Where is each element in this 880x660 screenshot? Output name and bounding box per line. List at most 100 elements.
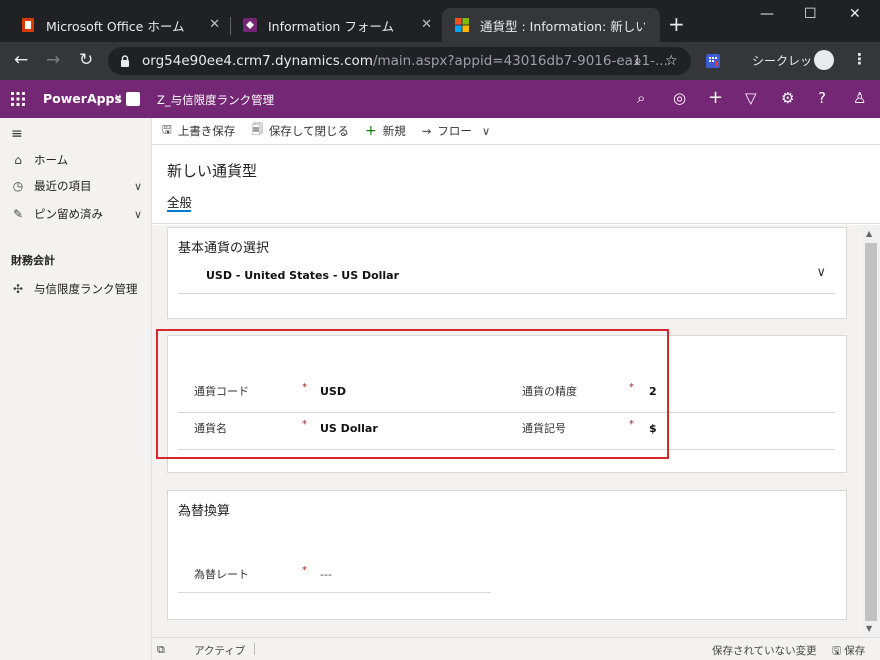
page-title: 新しい通貨型 [167,162,258,180]
section-title: 基本通貨の選択 [178,241,270,256]
nav-item-label: 与信限度ランク管理 [34,282,138,296]
nav-item-pinned[interactable]: ✎ ピン留め済み ∨ [0,202,152,226]
browser-tab-title: Information フォーム [268,18,394,34]
save-button[interactable]: 🖫 上書き保存 [162,122,235,141]
bookmark-star-icon[interactable]: ☆ [665,53,678,69]
browser-tab-active[interactable]: 通貨型 : Information: 新しい通 [442,8,660,42]
reload-icon[interactable]: ↻ [79,50,93,70]
exchange-section: 為替換算 為替レート * --- [167,490,847,620]
pin-icon: ✎ [12,207,24,221]
plus-icon: + [364,123,377,139]
nav-group-title: 財務会計 [11,254,55,267]
filter-icon[interactable]: ▽ [745,89,757,107]
left-navigation: ≡ ⌂ ホーム ◷ 最近の項目 ∨ ✎ ピン留め済み ∨ 財務会計 ✣ 与信限度… [0,118,152,660]
save-icon: 🖫 [162,121,172,136]
window-close-icon[interactable]: ✕ [849,6,861,22]
save-close-label: 保存して閉じる [268,124,349,138]
unsaved-changes-label: 保存されていない変更 [712,645,817,657]
chevron-down-icon[interactable]: ∨ [134,208,142,221]
required-marker: * [302,565,307,576]
url-host: org54e90ee4.crm7.dynamics.com [142,53,373,69]
maximize-icon[interactable]: ☐ [804,6,817,22]
browser-menu-icon[interactable]: ⋮ [852,50,867,68]
clock-icon: ◷ [12,179,24,193]
close-icon[interactable]: ✕ [421,17,432,32]
new-record-icon[interactable]: + [708,87,723,108]
divider [254,643,255,655]
status-footer: ⧉ アクティブ 保存されていない変更 🖫 保存 [152,637,880,660]
chevron-down-icon[interactable]: ∨ [114,91,122,104]
highlight-box [156,329,669,459]
app-switcher-icon[interactable] [126,92,140,106]
nav-item-label: 最近の項目 [34,179,92,193]
active-tab-indicator [167,210,191,212]
user-icon[interactable]: ♙ [853,89,866,107]
extension-icon[interactable] [705,53,721,69]
home-icon: ⌂ [14,153,22,167]
browser-toolbar: ← → ↻ org54e90ee4.crm7.dynamics.com /mai… [0,42,880,80]
minimize-icon[interactable]: — [760,6,774,22]
incognito-icon[interactable] [814,50,834,70]
nav-item-recent[interactable]: ◷ 最近の項目 ∨ [0,174,152,198]
nav-item-credit-rank[interactable]: ✣ 与信限度ランク管理 [0,277,152,301]
save-icon: 🖫 [832,645,845,657]
new-button[interactable]: + 新規 [365,123,406,139]
new-button-label: 新規 [382,124,406,138]
nav-item-home[interactable]: ⌂ ホーム [0,148,152,172]
scroll-up-icon[interactable]: ▲ [866,229,872,238]
exchange-rate-field[interactable]: --- [320,568,332,581]
section-title: 為替換算 [178,504,231,519]
base-currency-section: 基本通貨の選択 USD - United States - US Dollar … [167,227,847,319]
nav-item-label: ホーム [34,153,69,167]
footer-save-button[interactable]: 🖫 保存 [832,643,865,660]
chevron-down-icon[interactable]: ∨ [134,180,142,193]
app-launcher-icon[interactable] [11,92,25,106]
lock-icon [121,55,129,67]
record-status: アクティブ [194,645,246,657]
app-header: PowerApps ∨ Z_与信限度ランク管理 ⌕ ◎ + ▽ ⚙ ? ♙ [0,80,880,118]
close-icon[interactable]: ✕ [209,17,220,32]
microsoft-logo-icon [455,18,469,32]
save-close-button[interactable]: 🗐 保存して閉じる [251,122,349,141]
flow-icon: ⇝ [421,124,432,138]
form-header: 新しい通貨型 全般 [152,146,880,224]
browser-tab-office[interactable]: Microsoft Office ホーム ✕ [8,8,230,42]
back-icon[interactable]: ← [14,50,28,70]
browser-tab-information[interactable]: Information フォーム ✕ [230,8,442,42]
base-currency-select[interactable]: USD - United States - US Dollar [206,269,399,282]
nav-item-label: ピン留め済み [34,207,103,221]
save-button-label: 上書き保存 [177,124,236,138]
tab-general[interactable]: 全般 [167,192,192,211]
field-underline [178,293,835,294]
hamburger-menu-icon[interactable]: ≡ [11,126,23,142]
zoom-icon[interactable]: ⌕ [634,53,642,69]
browser-tab-title: Microsoft Office ホーム [46,18,185,34]
chevron-down-icon[interactable]: ∨ [816,265,826,280]
scrollbar-thumb[interactable] [865,243,877,621]
app-name[interactable]: Z_与信限度ランク管理 [157,92,274,108]
footer-save-label: 保存 [844,645,866,657]
puzzle-icon: ✣ [12,282,24,296]
app-brand[interactable]: PowerApps [43,91,122,106]
new-tab-icon[interactable]: + [668,14,685,34]
help-icon[interactable]: ? [818,89,826,107]
field-underline [178,592,491,593]
address-bar[interactable]: org54e90ee4.crm7.dynamics.com /main.aspx… [108,47,691,75]
url-path: /main.aspx?appid=43016db7-9016-ea11-... [372,53,668,69]
save-close-icon: 🗐 [251,121,263,136]
scroll-down-icon[interactable]: ▼ [866,624,872,633]
powerapps-logo-icon [243,18,257,32]
settings-gear-icon[interactable]: ⚙ [781,89,794,107]
flow-button[interactable]: ⇝ フロー ∨ [422,123,491,139]
vertical-scrollbar[interactable]: ▲ ▼ [862,225,880,637]
command-bar: 🖫 上書き保存 🗐 保存して閉じる + 新規 ⇝ フロー ∨ [152,118,880,145]
open-in-window-icon[interactable]: ⧉ [157,643,165,657]
assistant-icon[interactable]: ◎ [673,89,686,107]
search-icon[interactable]: ⌕ [637,89,645,107]
browser-tab-title: 通貨型 : Information: 新しい通 [480,18,645,34]
forward-icon[interactable]: → [46,50,60,70]
exchange-rate-label: 為替レート [194,568,249,581]
browser-tab-strip: Microsoft Office ホーム ✕ Information フォーム … [0,0,880,42]
flow-button-label: フロー [437,124,472,138]
chevron-down-icon[interactable]: ∨ [482,124,490,138]
